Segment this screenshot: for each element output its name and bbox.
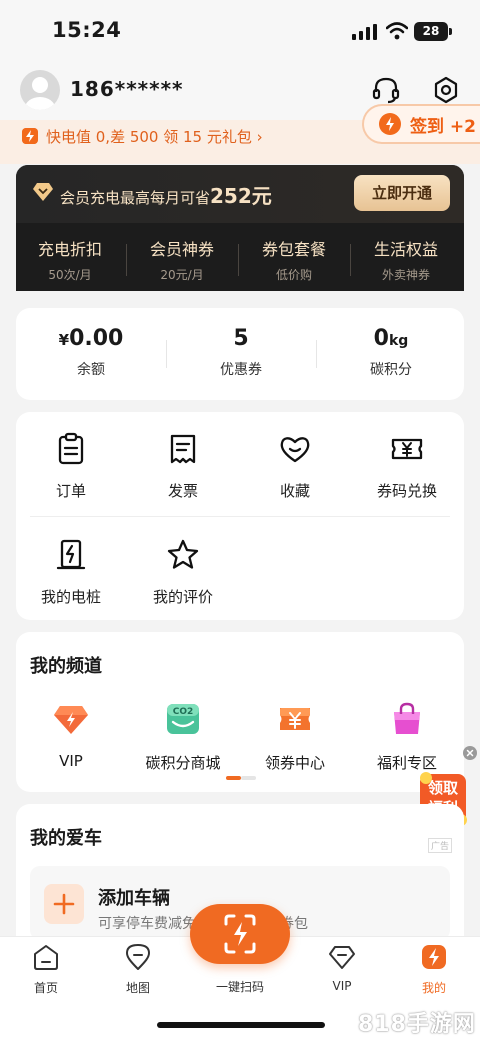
vip-benefit-title: 充电折扣 [37, 240, 102, 259]
ticket-icon [391, 438, 423, 460]
grid-favorites[interactable]: 收藏 [240, 432, 350, 501]
stat-label: 碳积分 [370, 362, 412, 378]
channel-coupon-center[interactable]: 领券中心 [240, 700, 350, 773]
grid-orders[interactable]: 订单 [16, 432, 126, 501]
vip-benefit-package[interactable]: 券包套餐 低价购 [238, 236, 350, 283]
scan-button[interactable] [190, 904, 290, 964]
stat-coupons[interactable]: 5 优惠券 [166, 326, 316, 379]
stat-balance[interactable]: ¥0.00 余额 [16, 326, 166, 379]
grid-invoice[interactable]: 发票 [128, 432, 238, 501]
user-phone[interactable]: 186****** [70, 77, 184, 101]
tab-home[interactable]: 首页 [6, 943, 86, 996]
stat-label: 优惠券 [220, 362, 262, 378]
grid-my-reviews[interactable]: 我的评价 [128, 538, 238, 607]
channel-welfare[interactable]: 福利专区 [352, 700, 462, 773]
channel-page-indicator [226, 776, 256, 780]
clipboard-icon [58, 432, 84, 465]
co2-shop-icon: CO2 [167, 704, 199, 734]
stat-value: 0 [373, 326, 389, 351]
open-vip-button[interactable]: 立即开通 [354, 175, 450, 211]
grid-divider [30, 516, 450, 517]
vip-benefit-life[interactable]: 生活权益 外卖神券 [350, 236, 462, 283]
stat-value: 5 [233, 326, 249, 351]
grid-label: 券码兑换 [376, 482, 437, 500]
stat-prefix: ¥ [58, 331, 70, 349]
ad-tag: 广告 [428, 838, 453, 853]
vip-benefit-coupon[interactable]: 会员神券 20元/月 [126, 236, 238, 283]
charger-icon [56, 539, 86, 570]
grid-label: 我的电桩 [40, 588, 101, 606]
channel-label: 领券中心 [264, 754, 325, 772]
my-car-title: 我的爱车 [30, 828, 102, 849]
channel-label: 碳积分商城 [145, 754, 221, 772]
bolt-badge-icon [22, 128, 38, 144]
tab-label: VIP [332, 979, 352, 993]
vip-title: 会员充电最高每月可省252元 [60, 180, 272, 209]
channel-label: VIP [59, 752, 83, 770]
tab-label: 地图 [125, 981, 150, 995]
channel-carbon-shop[interactable]: CO2 碳积分商城 [128, 700, 238, 773]
star-icon [167, 539, 199, 569]
vip-title-prefix: 会员充电最高每月可省 [60, 189, 211, 207]
tab-label: 首页 [33, 981, 58, 995]
signin-bolt-icon [379, 113, 401, 135]
vip-title-amount: 252元 [210, 184, 272, 208]
map-pin-icon [126, 944, 150, 970]
tab-profile[interactable]: 我的 [394, 943, 474, 996]
channels-title: 我的频道 [30, 656, 102, 677]
vip-benefit-title: 券包套餐 [261, 240, 326, 259]
profile-bolt-icon [422, 945, 446, 969]
channel-vip[interactable]: VIP [16, 700, 126, 770]
vip-benefit-sub: 50次/月 [48, 268, 92, 282]
float-gift-line1: 领取 [427, 779, 458, 797]
heart-icon [280, 437, 310, 463]
vip-benefit-title: 生活权益 [373, 240, 438, 259]
vip-diamond-icon [54, 706, 88, 734]
watermark: 818手游网 [358, 1012, 476, 1037]
vip-icon [329, 946, 355, 969]
grid-label: 发票 [167, 482, 198, 500]
vip-benefit-sub: 外卖神券 [381, 268, 430, 282]
stat-label: 余额 [77, 362, 105, 378]
vip-diamond-icon [33, 183, 53, 201]
avatar[interactable] [20, 70, 60, 110]
plus-icon [44, 884, 84, 924]
tab-label: 我的 [421, 981, 446, 995]
battery-indicator: 28 [414, 22, 448, 41]
vip-benefit-sub: 低价购 [275, 268, 312, 282]
settings-gear-icon[interactable] [430, 74, 462, 106]
co2-badge-text: CO2 [173, 707, 194, 717]
grid-my-charger[interactable]: 我的电桩 [16, 538, 126, 607]
stat-carbon[interactable]: 0kg 碳积分 [316, 326, 466, 379]
grid-redeem-code[interactable]: 券码兑换 [352, 432, 462, 501]
vip-benefit-title: 会员神券 [149, 240, 214, 259]
stat-unit: kg [388, 333, 409, 349]
add-vehicle-title[interactable]: 添加车辆 [98, 884, 170, 910]
grid-label: 订单 [55, 482, 86, 500]
wifi-icon [386, 22, 408, 40]
signin-label[interactable]: 签到 +2 [410, 112, 476, 137]
coupon-center-icon [280, 708, 310, 730]
vip-benefit-sub: 20元/月 [160, 268, 204, 282]
promo-text[interactable]: 快电值 0,差 500 领 15 元礼包 › [46, 126, 263, 147]
stat-value: 0.00 [69, 326, 124, 351]
receipt-icon [170, 434, 196, 464]
tab-label: 一键扫码 [215, 980, 264, 994]
grid-label: 收藏 [279, 482, 310, 500]
grid-label: 我的评价 [152, 588, 213, 606]
scan-icon [224, 914, 256, 954]
home-indicator [157, 1022, 325, 1028]
vip-benefit-discount[interactable]: 充电折扣 50次/月 [14, 236, 126, 283]
tab-vip[interactable]: VIP [302, 943, 382, 993]
home-icon [34, 945, 58, 970]
welfare-bag-icon [394, 702, 420, 734]
tab-scan[interactable]: 一键扫码 [200, 974, 280, 995]
cellular-signal-icon [352, 24, 377, 40]
status-time: 15:24 [52, 18, 122, 42]
close-float-icon[interactable] [463, 746, 477, 760]
tab-map[interactable]: 地图 [98, 943, 178, 996]
avatar-placeholder-icon [25, 77, 55, 110]
battery-tip [449, 28, 452, 35]
customer-service-icon[interactable] [370, 74, 402, 106]
